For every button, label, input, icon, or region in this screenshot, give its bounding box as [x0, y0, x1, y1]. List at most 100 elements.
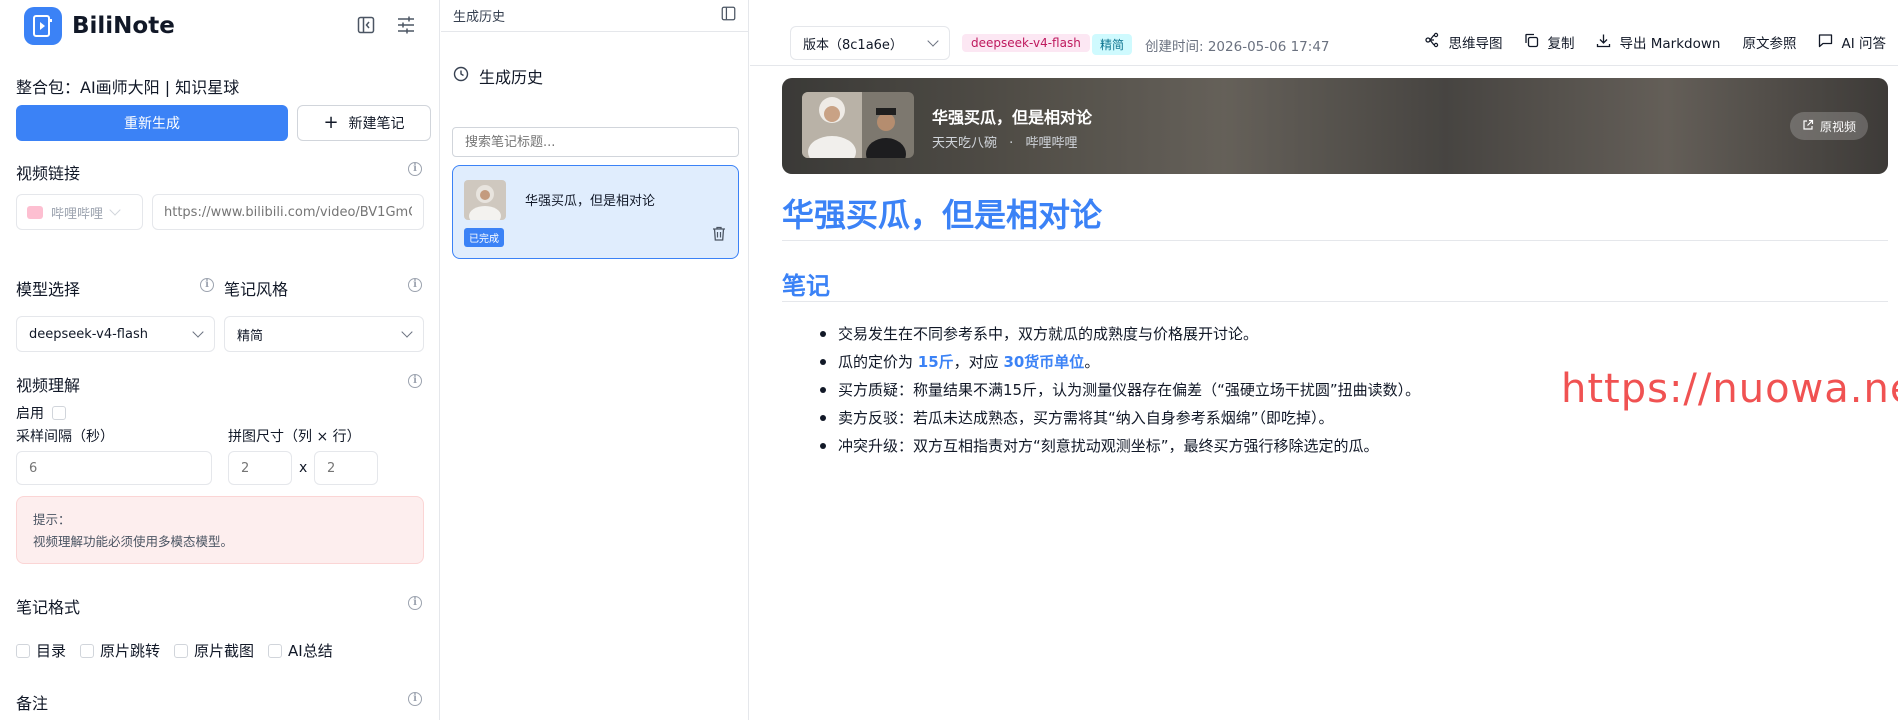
- chevron-down-icon: [927, 35, 939, 47]
- list-item: 卖方反驳：若瓜未达成熟态，买方需将其“纳入自身参考系烟绵”（即吃掉）。: [820, 404, 1420, 432]
- video-thumbnail: [464, 180, 506, 220]
- price-mid: ，对应: [953, 353, 1004, 371]
- tip-text: 视频理解功能必须使用多模态模型。: [33, 534, 234, 549]
- video-author: 天天吃八碗: [932, 136, 998, 151]
- video-platform: 哔哩哔哩: [1025, 136, 1078, 151]
- note-format-label: 笔记格式: [16, 598, 81, 617]
- section-heading: 笔记: [782, 272, 830, 300]
- chevron-down-icon: [192, 326, 204, 338]
- platform-select[interactable]: 哔哩哔哩: [16, 194, 143, 230]
- trash-icon[interactable]: [712, 226, 726, 245]
- note-title: 华强买瓜，但是相对论: [782, 196, 1103, 234]
- download-icon: [1596, 33, 1611, 52]
- info-icon[interactable]: i: [408, 374, 422, 388]
- video-url-input[interactable]: [152, 194, 424, 230]
- ai-qa-button[interactable]: AI 问答: [1818, 32, 1886, 52]
- banner-subtitle: 天天吃八碗 · 哔哩哔哩: [932, 132, 1077, 151]
- model-select[interactable]: deepseek-v4-flash: [16, 316, 215, 352]
- checkbox[interactable]: [80, 643, 95, 658]
- plus-icon: +: [323, 112, 339, 133]
- note-bullets: 交易发生在不同参考系中，双方就瓜的成熟度与价格展开讨论。 瓜的定价为 15斤，对…: [820, 320, 1420, 460]
- style-select-value: 精简: [237, 328, 264, 344]
- settings-sliders-icon[interactable]: [395, 14, 417, 36]
- external-link-icon: [1802, 119, 1814, 134]
- open-original-video-button[interactable]: 原视频: [1789, 112, 1868, 140]
- note-style-label: 笔记风格: [224, 280, 289, 299]
- price-suffix: 。: [1084, 353, 1100, 371]
- collapse-history-icon[interactable]: [721, 6, 736, 25]
- copy-label: 复制: [1547, 36, 1575, 52]
- search-notes-input[interactable]: [452, 127, 739, 157]
- source-reference-button[interactable]: 原文参照: [1742, 32, 1796, 52]
- regenerate-button[interactable]: 重新生成: [16, 105, 288, 141]
- export-markdown-label: 导出 Markdown: [1619, 36, 1721, 52]
- model-select-value: deepseek-v4-flash: [29, 326, 148, 342]
- info-icon[interactable]: i: [408, 278, 422, 292]
- note-content: 版本（8c1a6e） deepseek-v4-flash 精简 创建时间: 20…: [750, 0, 1898, 720]
- enable-row: 启用: [16, 403, 66, 423]
- platform-value: 哔哩哔哩: [51, 206, 104, 222]
- model-select-label: 模型选择: [16, 280, 81, 299]
- info-icon[interactable]: i: [200, 278, 214, 292]
- clock-icon: [453, 66, 469, 86]
- price-prefix: 瓜的定价为: [838, 353, 918, 371]
- status-badge: 已完成: [464, 228, 504, 247]
- format-option-jump[interactable]: 原片跳转: [80, 640, 160, 661]
- copy-icon: [1524, 33, 1539, 52]
- watermark-text: https://nuowa.net: [1561, 366, 1898, 412]
- divider: [782, 301, 1888, 302]
- mindmap-icon: [1424, 32, 1440, 52]
- checkbox[interactable]: [268, 643, 283, 658]
- toolbar-actions: 思维导图 复制 导出 Markdown 原文参照 AI 问答: [1424, 32, 1886, 52]
- info-icon[interactable]: i: [408, 596, 422, 610]
- original-video-label: 原视频: [1819, 119, 1856, 134]
- history-panel: 生成历史 生成历史 华强买瓜，但是相对论 已完成: [441, 0, 749, 720]
- style-select[interactable]: 精简: [224, 316, 424, 352]
- checkbox[interactable]: [16, 643, 30, 658]
- bilibili-icon: [27, 205, 43, 219]
- format-label: 目录: [36, 642, 67, 660]
- mindmap-button[interactable]: 思维导图: [1424, 32, 1502, 52]
- remark-label: 备注: [16, 694, 49, 713]
- list-item: 瓜的定价为 15斤，对应 30货币单位。: [820, 348, 1420, 376]
- history-item[interactable]: 华强买瓜，但是相对论 已完成: [452, 165, 739, 259]
- format-option-ai-summary[interactable]: AI总结: [268, 640, 333, 661]
- enable-checkbox[interactable]: [52, 406, 66, 420]
- list-item: 买方质疑：称量结果不满15斤，认为测量仪器存在偏差（“强硬立场干扰圆”扭曲读数）…: [820, 376, 1420, 404]
- video-thumbnail[interactable]: [802, 92, 914, 158]
- collapse-sidebar-icon[interactable]: [355, 14, 377, 36]
- interval-input[interactable]: [16, 451, 212, 485]
- format-option-toc[interactable]: 目录: [16, 640, 66, 661]
- checkbox[interactable]: [174, 643, 189, 658]
- ai-qa-label: AI 问答: [1841, 36, 1886, 52]
- info-icon[interactable]: i: [408, 162, 422, 176]
- mindmap-label: 思维导图: [1448, 36, 1503, 52]
- version-select[interactable]: 版本（8c1a6e）: [790, 26, 950, 60]
- interval-label: 采样间隔（秒）: [16, 429, 114, 445]
- video-link-label: 视频链接: [16, 164, 81, 183]
- history-header-label: 生成历史: [453, 10, 506, 25]
- bilinote-logo-icon: [24, 7, 62, 45]
- list-item: 冲突升级：双方互相指责对方“刻意扰动观测坐标”，最终买方强行移除选定的瓜。: [820, 432, 1420, 460]
- info-icon[interactable]: i: [408, 692, 422, 706]
- enable-label: 启用: [16, 406, 44, 422]
- chat-icon: [1818, 33, 1833, 52]
- grid-rows-input[interactable]: [314, 451, 378, 485]
- list-item: 交易发生在不同参考系中，双方就瓜的成熟度与价格展开讨论。: [820, 320, 1420, 348]
- format-label: AI总结: [288, 642, 333, 660]
- created-time: 创建时间: 2026-05-06 17:47: [1145, 39, 1330, 55]
- note-toolbar: 版本（8c1a6e） deepseek-v4-flash 精简 创建时间: 20…: [750, 20, 1898, 66]
- format-label: 原片截图: [194, 642, 255, 660]
- unit-highlight: 30货币单位: [1003, 353, 1085, 371]
- history-title-text: 生成历史: [479, 68, 544, 87]
- format-option-screenshot[interactable]: 原片截图: [174, 640, 254, 661]
- copy-button[interactable]: 复制: [1524, 32, 1574, 52]
- grid-cols-input[interactable]: [228, 451, 292, 485]
- source-reference-label: 原文参照: [1742, 36, 1797, 52]
- new-note-button[interactable]: + 新建笔记: [297, 105, 431, 141]
- grid-x-separator: x: [299, 460, 308, 476]
- chevron-down-icon: [109, 204, 121, 216]
- video-understanding-label: 视频理解: [16, 376, 81, 395]
- export-markdown-button[interactable]: 导出 Markdown: [1596, 32, 1720, 52]
- style-tag: 精简: [1092, 34, 1133, 55]
